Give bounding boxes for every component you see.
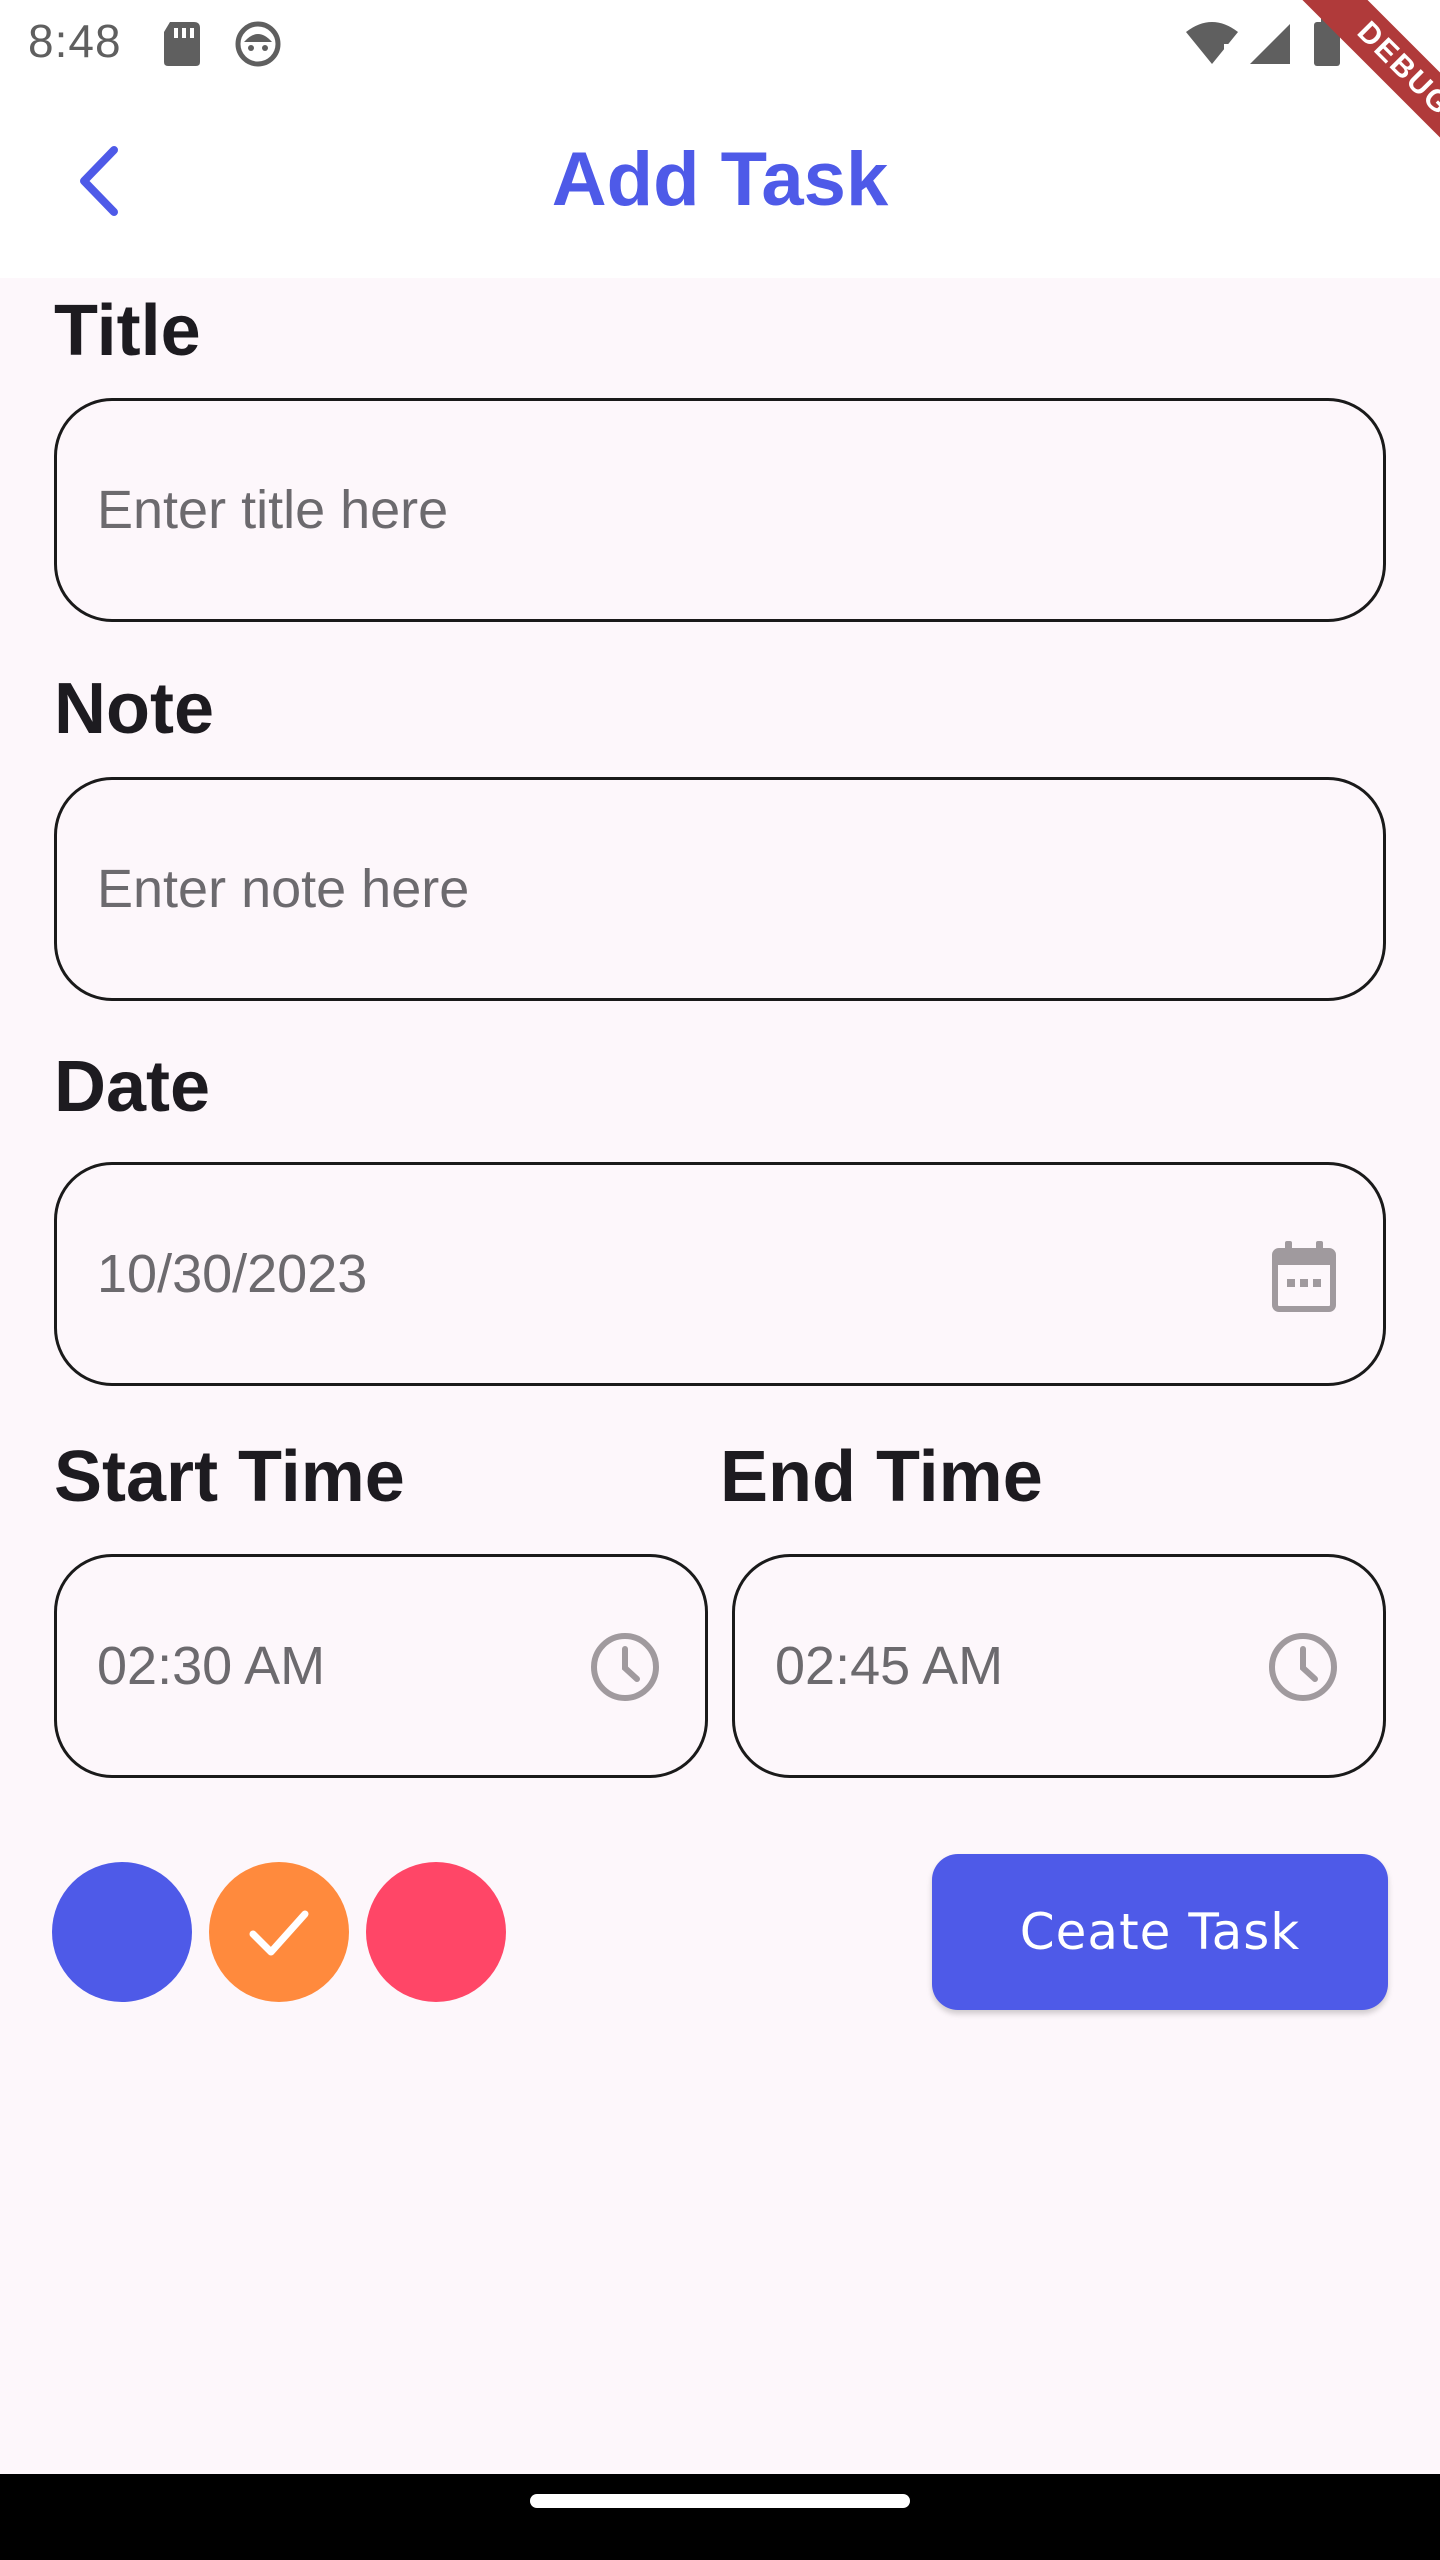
date-field[interactable]: 10/30/2023 <box>54 1162 1386 1386</box>
home-indicator[interactable] <box>530 2494 910 2508</box>
note-placeholder: Enter note here <box>97 859 470 919</box>
page-title: Add Task <box>551 137 889 222</box>
clock-icon[interactable] <box>589 1631 661 1703</box>
end-time-value: 02:45 AM <box>775 1636 1004 1696</box>
color-swatch-blue[interactable] <box>52 1862 192 2002</box>
end-time-label: End Time <box>720 1437 1043 1517</box>
create-task-button[interactable]: Ceate Task <box>932 1854 1388 2010</box>
title-label: Title <box>54 291 201 371</box>
title-placeholder: Enter title here <box>97 480 449 540</box>
wifi-icon <box>1186 22 1238 64</box>
debug-banner-label: DEBUG <box>1295 0 1440 178</box>
sd-card-icon <box>164 22 200 66</box>
color-swatch-orange[interactable] <box>209 1862 349 2002</box>
debug-banner: DEBUG <box>1240 0 1440 200</box>
status-bar: 8:48 <box>0 0 1440 88</box>
date-label: Date <box>54 1047 211 1127</box>
add-task-screen: 8:48 Add Task DEBUG Title Enter title he… <box>0 0 1440 2560</box>
note-input[interactable]: Enter note here <box>54 777 1386 1001</box>
status-time: 8:48 <box>28 15 122 67</box>
calendar-icon[interactable] <box>1271 1241 1337 1313</box>
android-face-icon <box>235 21 281 67</box>
end-time-field[interactable]: 02:45 AM <box>732 1554 1386 1778</box>
date-value: 10/30/2023 <box>97 1244 368 1304</box>
start-time-label: Start Time <box>54 1437 405 1517</box>
app-bar: Add Task <box>0 88 1440 278</box>
clock-icon[interactable] <box>1267 1631 1339 1703</box>
color-swatch-pink[interactable] <box>366 1862 506 2002</box>
note-label: Note <box>54 669 214 749</box>
start-time-value: 02:30 AM <box>97 1636 326 1696</box>
title-input[interactable]: Enter title here <box>54 398 1386 622</box>
check-icon <box>249 1910 309 1956</box>
system-nav-bar <box>0 2474 1440 2560</box>
start-time-field[interactable]: 02:30 AM <box>54 1554 708 1778</box>
